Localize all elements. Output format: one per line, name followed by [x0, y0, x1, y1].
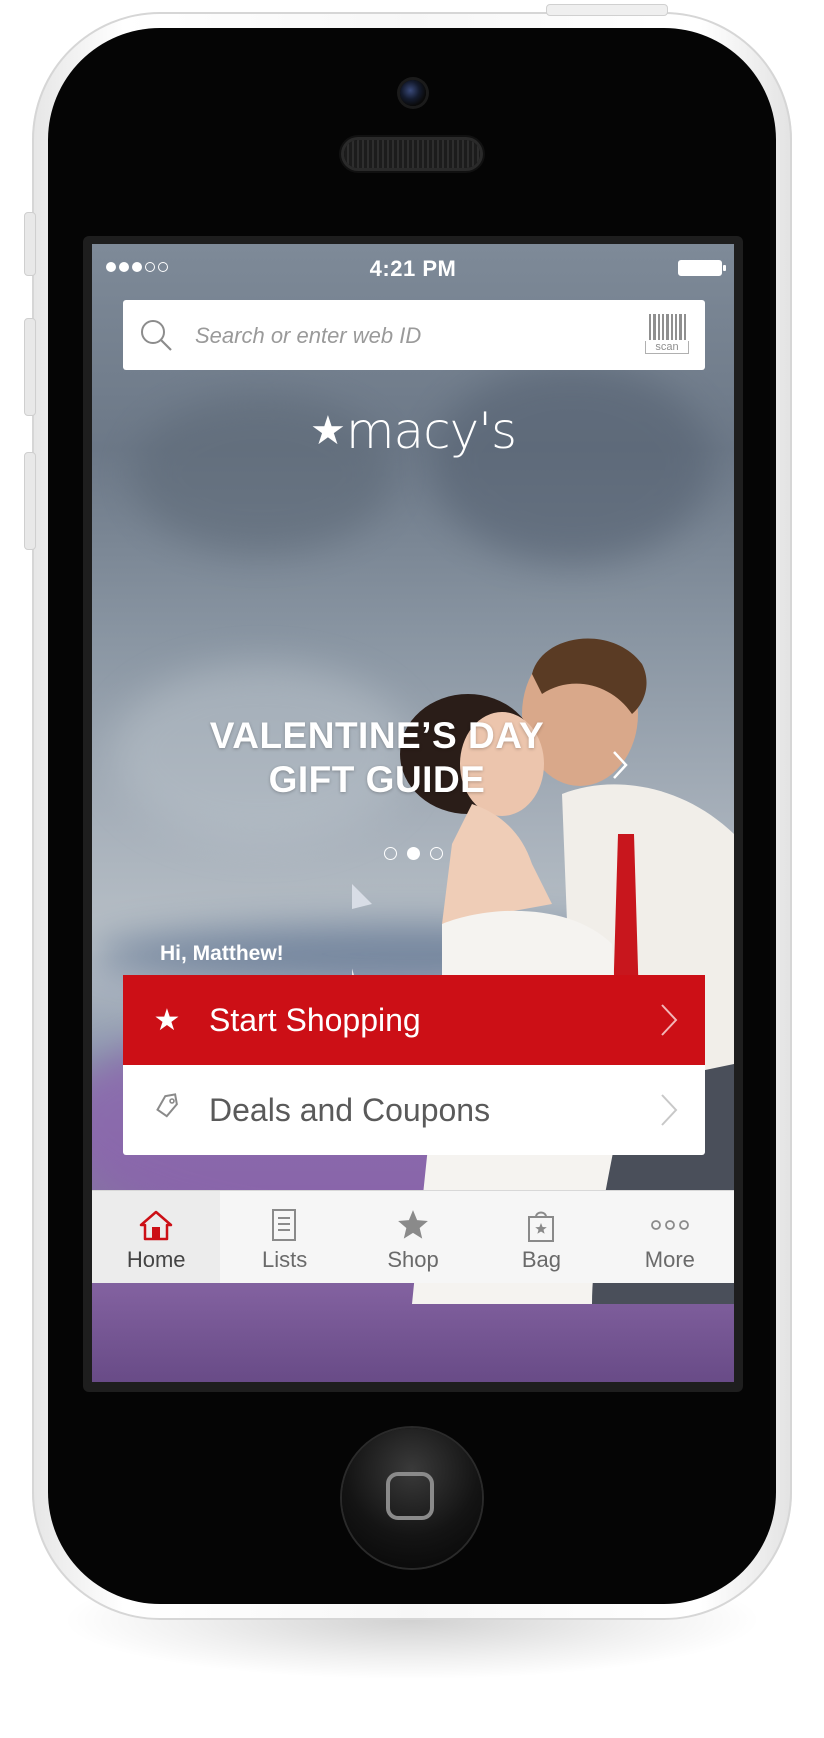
- carousel-dot-active[interactable]: [406, 847, 420, 860]
- mute-switch: [24, 212, 36, 276]
- carousel-dot[interactable]: [429, 847, 443, 860]
- chevron-right-icon: [661, 1004, 678, 1036]
- volume-down-button: [24, 452, 36, 550]
- home-button-square-icon: [386, 1472, 434, 1520]
- home-icon: [92, 1203, 220, 1247]
- deals-label: Deals and Coupons: [209, 1091, 491, 1128]
- more-icon: [606, 1203, 734, 1247]
- tab-more-label: More: [644, 1247, 695, 1272]
- tab-bag[interactable]: Bag: [477, 1191, 605, 1283]
- status-bar: 4:21 PM: [92, 244, 734, 292]
- earpiece-speaker: [344, 140, 480, 168]
- carousel-indicator[interactable]: [92, 847, 734, 860]
- tab-home-label: Home: [126, 1247, 186, 1272]
- tab-bag-label: Bag: [521, 1247, 561, 1272]
- chevron-right-icon: [661, 1094, 678, 1126]
- deals-and-coupons-button[interactable]: Deals and Coupons: [123, 1065, 705, 1155]
- search-icon: [141, 320, 172, 351]
- battery-icon: [678, 260, 726, 276]
- tab-lists[interactable]: Lists: [220, 1191, 348, 1283]
- scan-label: scan: [645, 341, 689, 354]
- tab-more[interactable]: More: [606, 1191, 734, 1283]
- list-icon: [220, 1203, 348, 1247]
- promo-title-line2: GIFT GUIDE: [268, 759, 486, 800]
- logo-star-icon: ★: [309, 409, 346, 453]
- promo-banner-title[interactable]: VALENTINE’S DAY GIFT GUIDE: [92, 714, 662, 802]
- bag-icon: [477, 1203, 605, 1247]
- carousel-dot[interactable]: [383, 847, 397, 860]
- barcode-icon: [645, 314, 689, 340]
- promo-title-line1: VALENTINE’S DAY: [209, 715, 545, 756]
- star-icon: [349, 1203, 477, 1247]
- app-screen: 4:21 PM scan ★macy's VALENTINE’S DAY GIF…: [92, 244, 734, 1382]
- tab-shop-label: Shop: [387, 1247, 439, 1272]
- volume-up-button: [24, 318, 36, 416]
- device-home-button[interactable]: [342, 1428, 482, 1568]
- tag-icon: [147, 1092, 187, 1128]
- greeting-text: Hi, Matthew!: [160, 942, 284, 965]
- status-time: 4:21 PM: [369, 256, 457, 281]
- chevron-right-icon[interactable]: [610, 750, 630, 780]
- front-camera: [400, 80, 426, 106]
- scan-barcode-button[interactable]: scan: [645, 314, 689, 356]
- start-shopping-button[interactable]: ★ Start Shopping: [123, 975, 705, 1065]
- star-icon: ★: [153, 1003, 181, 1037]
- tab-lists-label: Lists: [261, 1247, 308, 1272]
- tab-bar: Home Lists Shop Bag More: [92, 1190, 734, 1283]
- macys-logo: ★macy's: [92, 402, 734, 460]
- tab-shop[interactable]: Shop: [349, 1191, 477, 1283]
- start-shopping-label: Start Shopping: [209, 1001, 421, 1038]
- power-button: [546, 4, 668, 16]
- logo-wordmark: macy's: [345, 402, 517, 460]
- search-input[interactable]: [193, 314, 617, 358]
- tab-home[interactable]: Home: [92, 1191, 221, 1283]
- search-bar[interactable]: scan: [123, 300, 705, 370]
